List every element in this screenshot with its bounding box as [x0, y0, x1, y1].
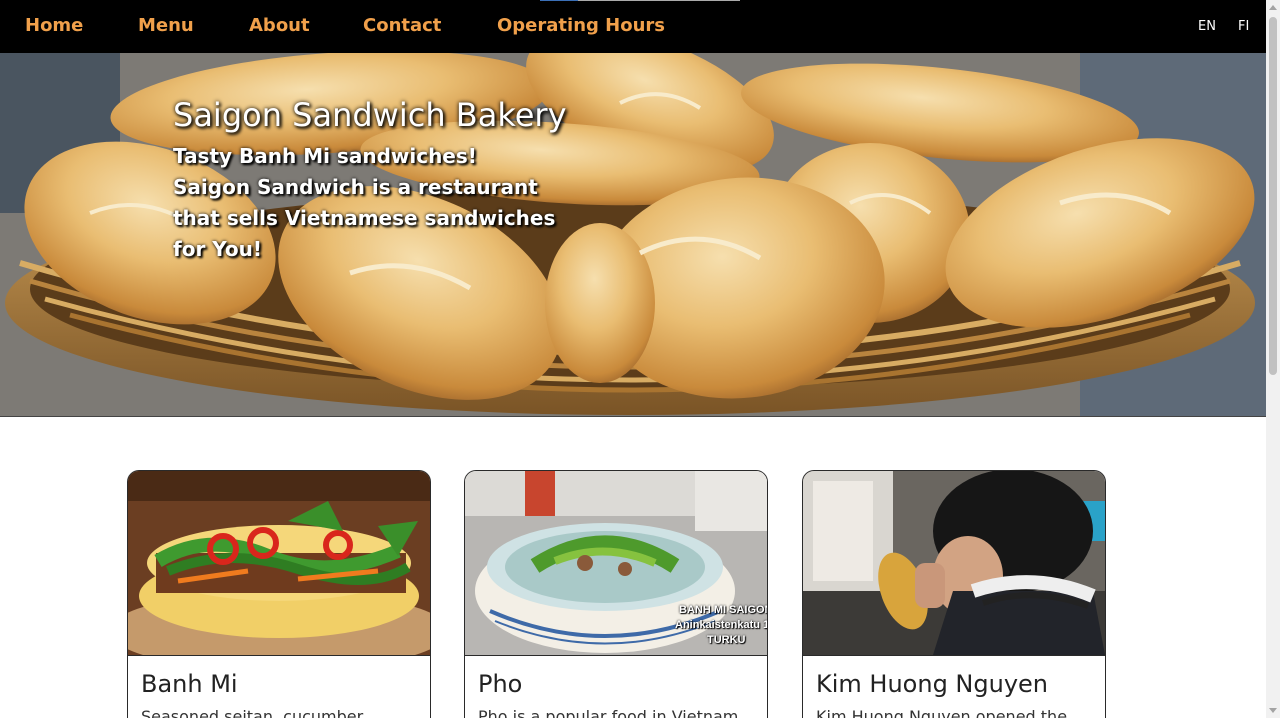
card-banh-mi: Banh Mi Seasoned seitan, cucumber,	[127, 470, 431, 718]
top-navbar: Home Menu About Contact Operating Hours …	[0, 0, 1266, 53]
hero-title: Saigon Sandwich Bakery	[173, 96, 567, 134]
card-description: Pho is a popular food in Vietnam	[478, 707, 739, 718]
banh-mi-sandwich-image	[128, 471, 430, 656]
nav-link-about[interactable]: About	[249, 15, 310, 37]
nav-link-contact[interactable]: Contact	[363, 15, 441, 37]
language-fi-link[interactable]: FI	[1238, 19, 1249, 35]
card-kim-huong-nguyen: Kim Huong Nguyen Kim Huong Nguyen opened…	[802, 470, 1106, 718]
card-title: Banh Mi	[141, 670, 238, 698]
card-pho: BANH MI SAIGON Aninkaistenkatu 1 TURKU P…	[464, 470, 768, 718]
card-description: Seasoned seitan, cucumber,	[141, 707, 369, 718]
image-watermark-line-2: Aninkaistenkatu 1	[675, 619, 767, 631]
navbar-top-accent-line	[540, 0, 740, 1]
hero-tagline-line-3: that sells Vietnamese sandwiches	[173, 206, 556, 230]
owner-photo-image	[803, 471, 1105, 656]
hero-tagline-line-2: Saigon Sandwich is a restaurant	[173, 175, 538, 199]
page: Home Menu About Contact Operating Hours …	[0, 0, 1266, 718]
scrollbar-thumb[interactable]	[1269, 17, 1277, 375]
nav-link-operating-hours[interactable]: Operating Hours	[497, 15, 665, 37]
pho-bowl-image: BANH MI SAIGON Aninkaistenkatu 1 TURKU	[465, 471, 767, 656]
hero-tagline-line-1: Tasty Banh Mi sandwiches!	[173, 144, 477, 168]
hero-banner: Saigon Sandwich Bakery Tasty Banh Mi san…	[0, 53, 1266, 417]
scroll-down-arrow-icon[interactable]	[1269, 708, 1277, 713]
language-en-link[interactable]: EN	[1198, 19, 1216, 35]
vertical-scrollbar[interactable]	[1266, 0, 1280, 718]
card-title: Pho	[478, 670, 523, 698]
card-description: Kim Huong Nguyen opened the	[816, 707, 1068, 718]
image-watermark-line-1: BANH MI SAIGON	[679, 604, 767, 616]
nav-link-home[interactable]: Home	[25, 15, 83, 37]
hero-tagline-line-4: for You!	[173, 237, 263, 261]
nav-link-menu[interactable]: Menu	[138, 15, 194, 37]
card-title: Kim Huong Nguyen	[816, 670, 1049, 698]
image-watermark-line-3: TURKU	[707, 634, 746, 646]
scroll-up-arrow-icon[interactable]	[1269, 5, 1277, 10]
